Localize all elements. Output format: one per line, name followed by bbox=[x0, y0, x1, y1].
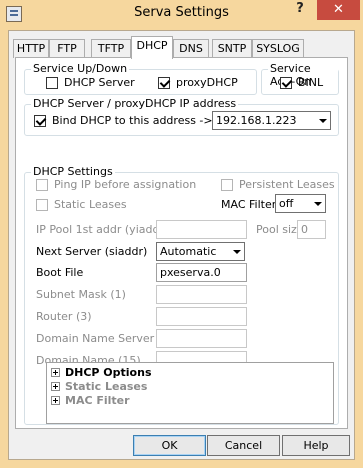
help-button[interactable]: Help bbox=[282, 435, 350, 456]
binl-checkbox[interactable] bbox=[280, 77, 292, 89]
binl-label: BINL bbox=[298, 76, 324, 89]
bind-address-dropdown[interactable]: 192.168.1.223 bbox=[212, 111, 331, 130]
help-title-button[interactable]: ? bbox=[283, 0, 317, 20]
service-addon-group: Service Add-On BINL bbox=[261, 62, 339, 95]
options-tree[interactable]: DHCP Options Static Leases MAC Filter bbox=[46, 362, 334, 424]
close-button[interactable]: ✕ bbox=[317, 0, 360, 20]
static-leases-label: Static Leases bbox=[54, 198, 127, 211]
persistent-leases-label: Persistent Leases bbox=[239, 178, 335, 191]
proxydhcp-checkbox[interactable] bbox=[158, 77, 170, 89]
boot-file-field[interactable]: pxeserva.0 bbox=[156, 263, 247, 282]
mac-filter-value: off bbox=[279, 197, 294, 210]
ip-pool-label: IP Pool 1st addr (yiaddr) bbox=[36, 223, 169, 236]
ping-ip-label: Ping IP before assignation bbox=[54, 178, 197, 191]
tree-item-label: DHCP Options bbox=[65, 366, 152, 379]
bind-dhcp-checkbox[interactable] bbox=[34, 115, 46, 127]
ok-button[interactable]: OK bbox=[133, 435, 206, 456]
ip-pool-field[interactable] bbox=[156, 220, 247, 239]
chevron-down-icon[interactable] bbox=[314, 112, 330, 129]
tab-syslog[interactable]: SYSLOG bbox=[252, 39, 304, 58]
subnet-mask-field[interactable] bbox=[156, 285, 247, 304]
settings-window: Serva Settings ? ✕ HTTP FTP TFTP DHCP DN… bbox=[0, 0, 363, 468]
tab-http[interactable]: HTTP bbox=[13, 39, 49, 58]
boot-file-label: Boot File bbox=[36, 266, 84, 279]
next-server-label: Next Server (siaddr) bbox=[36, 245, 148, 258]
service-updown-group: Service Up/Down DHCP Server proxyDHCP bbox=[24, 62, 257, 95]
dns-field[interactable] bbox=[156, 329, 247, 348]
dialog-client: HTTP FTP TFTP DHCP DNS SNTP SYSLOG Servi… bbox=[8, 30, 355, 460]
ip-address-title: DHCP Server / proxyDHCP IP address bbox=[31, 97, 239, 110]
subnet-mask-label: Subnet Mask (1) bbox=[36, 288, 126, 301]
bind-dhcp-label: Bind DHCP to this address -> bbox=[52, 114, 213, 127]
chevron-down-icon[interactable] bbox=[309, 195, 325, 212]
expand-icon[interactable] bbox=[51, 368, 60, 377]
mac-filter-label: MAC Filter bbox=[221, 198, 277, 211]
dns-label: Domain Name Server (6) bbox=[36, 332, 174, 345]
tree-item-label: MAC Filter bbox=[65, 394, 130, 407]
router-field[interactable] bbox=[156, 307, 247, 326]
tree-item-label: Static Leases bbox=[65, 380, 148, 393]
static-leases-checkbox[interactable] bbox=[36, 199, 48, 211]
tab-ftp[interactable]: FTP bbox=[49, 39, 85, 58]
tab-sntp[interactable]: SNTP bbox=[212, 39, 252, 58]
proxydhcp-label: proxyDHCP bbox=[176, 76, 238, 89]
next-server-dropdown[interactable]: Automatic bbox=[156, 242, 245, 261]
persistent-leases-checkbox[interactable] bbox=[221, 179, 233, 191]
tab-tftp[interactable]: TFTP bbox=[91, 39, 131, 58]
expand-icon[interactable] bbox=[51, 382, 60, 391]
bind-address-value: 192.168.1.223 bbox=[216, 114, 297, 127]
expand-icon[interactable] bbox=[51, 396, 60, 405]
ip-address-group: DHCP Server / proxyDHCP IP address Bind … bbox=[24, 97, 339, 136]
mac-filter-dropdown[interactable]: off bbox=[275, 194, 326, 213]
service-updown-title: Service Up/Down bbox=[31, 62, 130, 75]
next-server-value: Automatic bbox=[160, 245, 217, 258]
ping-ip-checkbox[interactable] bbox=[36, 179, 48, 191]
dhcp-settings-title: DHCP Settings bbox=[31, 165, 115, 178]
title-bar[interactable]: Serva Settings ? ✕ bbox=[0, 0, 363, 28]
dhcp-tab-panel: Service Up/Down DHCP Server proxyDHCP Se… bbox=[15, 57, 348, 429]
dhcp-server-label: DHCP Server bbox=[64, 76, 135, 89]
pool-size-field[interactable]: 0 bbox=[297, 220, 326, 239]
dhcp-server-checkbox[interactable] bbox=[46, 77, 58, 89]
router-label: Router (3) bbox=[36, 310, 92, 323]
tab-dns[interactable]: DNS bbox=[173, 39, 209, 58]
chevron-down-icon[interactable] bbox=[228, 243, 244, 260]
cancel-button[interactable]: Cancel bbox=[207, 435, 280, 456]
tab-dhcp[interactable]: DHCP bbox=[131, 36, 173, 59]
